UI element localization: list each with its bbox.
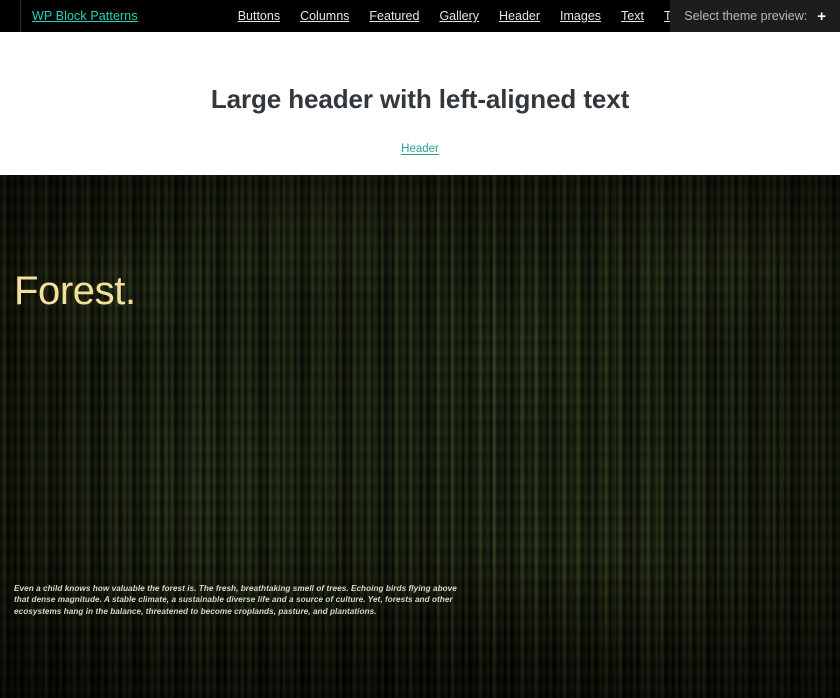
plus-icon[interactable]: + (817, 9, 826, 24)
admin-bar: WP Block Patterns Buttons Columns Featur… (0, 0, 840, 32)
cover-block: Forest. Even a child knows how valuable … (0, 175, 840, 698)
nav-item-images[interactable]: Images (550, 0, 611, 32)
nav-item-buttons[interactable]: Buttons (228, 0, 290, 32)
primary-nav: Buttons Columns Featured Gallery Header … (228, 0, 719, 32)
nav-item-columns[interactable]: Columns (290, 0, 359, 32)
page-title: Large header with left-aligned text (210, 84, 630, 114)
pattern-category-link[interactable]: Header (401, 143, 439, 155)
nav-item-header[interactable]: Header (489, 0, 550, 32)
cover-paragraph: Even a child knows how valuable the fore… (14, 584, 457, 616)
nav-item-gallery[interactable]: Gallery (429, 0, 489, 32)
pattern-category-wrap: Header (0, 139, 840, 157)
cover-content: Forest. Even a child knows how valuable … (0, 175, 840, 698)
admin-bar-divider (20, 0, 21, 32)
cover-heading: Forest. (14, 269, 136, 313)
theme-preview-selector[interactable]: Select theme preview: + (670, 0, 840, 32)
nav-item-featured[interactable]: Featured (359, 0, 429, 32)
pattern-title-band: Large header with left-aligned text Head… (0, 32, 840, 175)
nav-item-text[interactable]: Text (611, 0, 654, 32)
theme-preview-label: Select theme preview: (684, 9, 808, 23)
